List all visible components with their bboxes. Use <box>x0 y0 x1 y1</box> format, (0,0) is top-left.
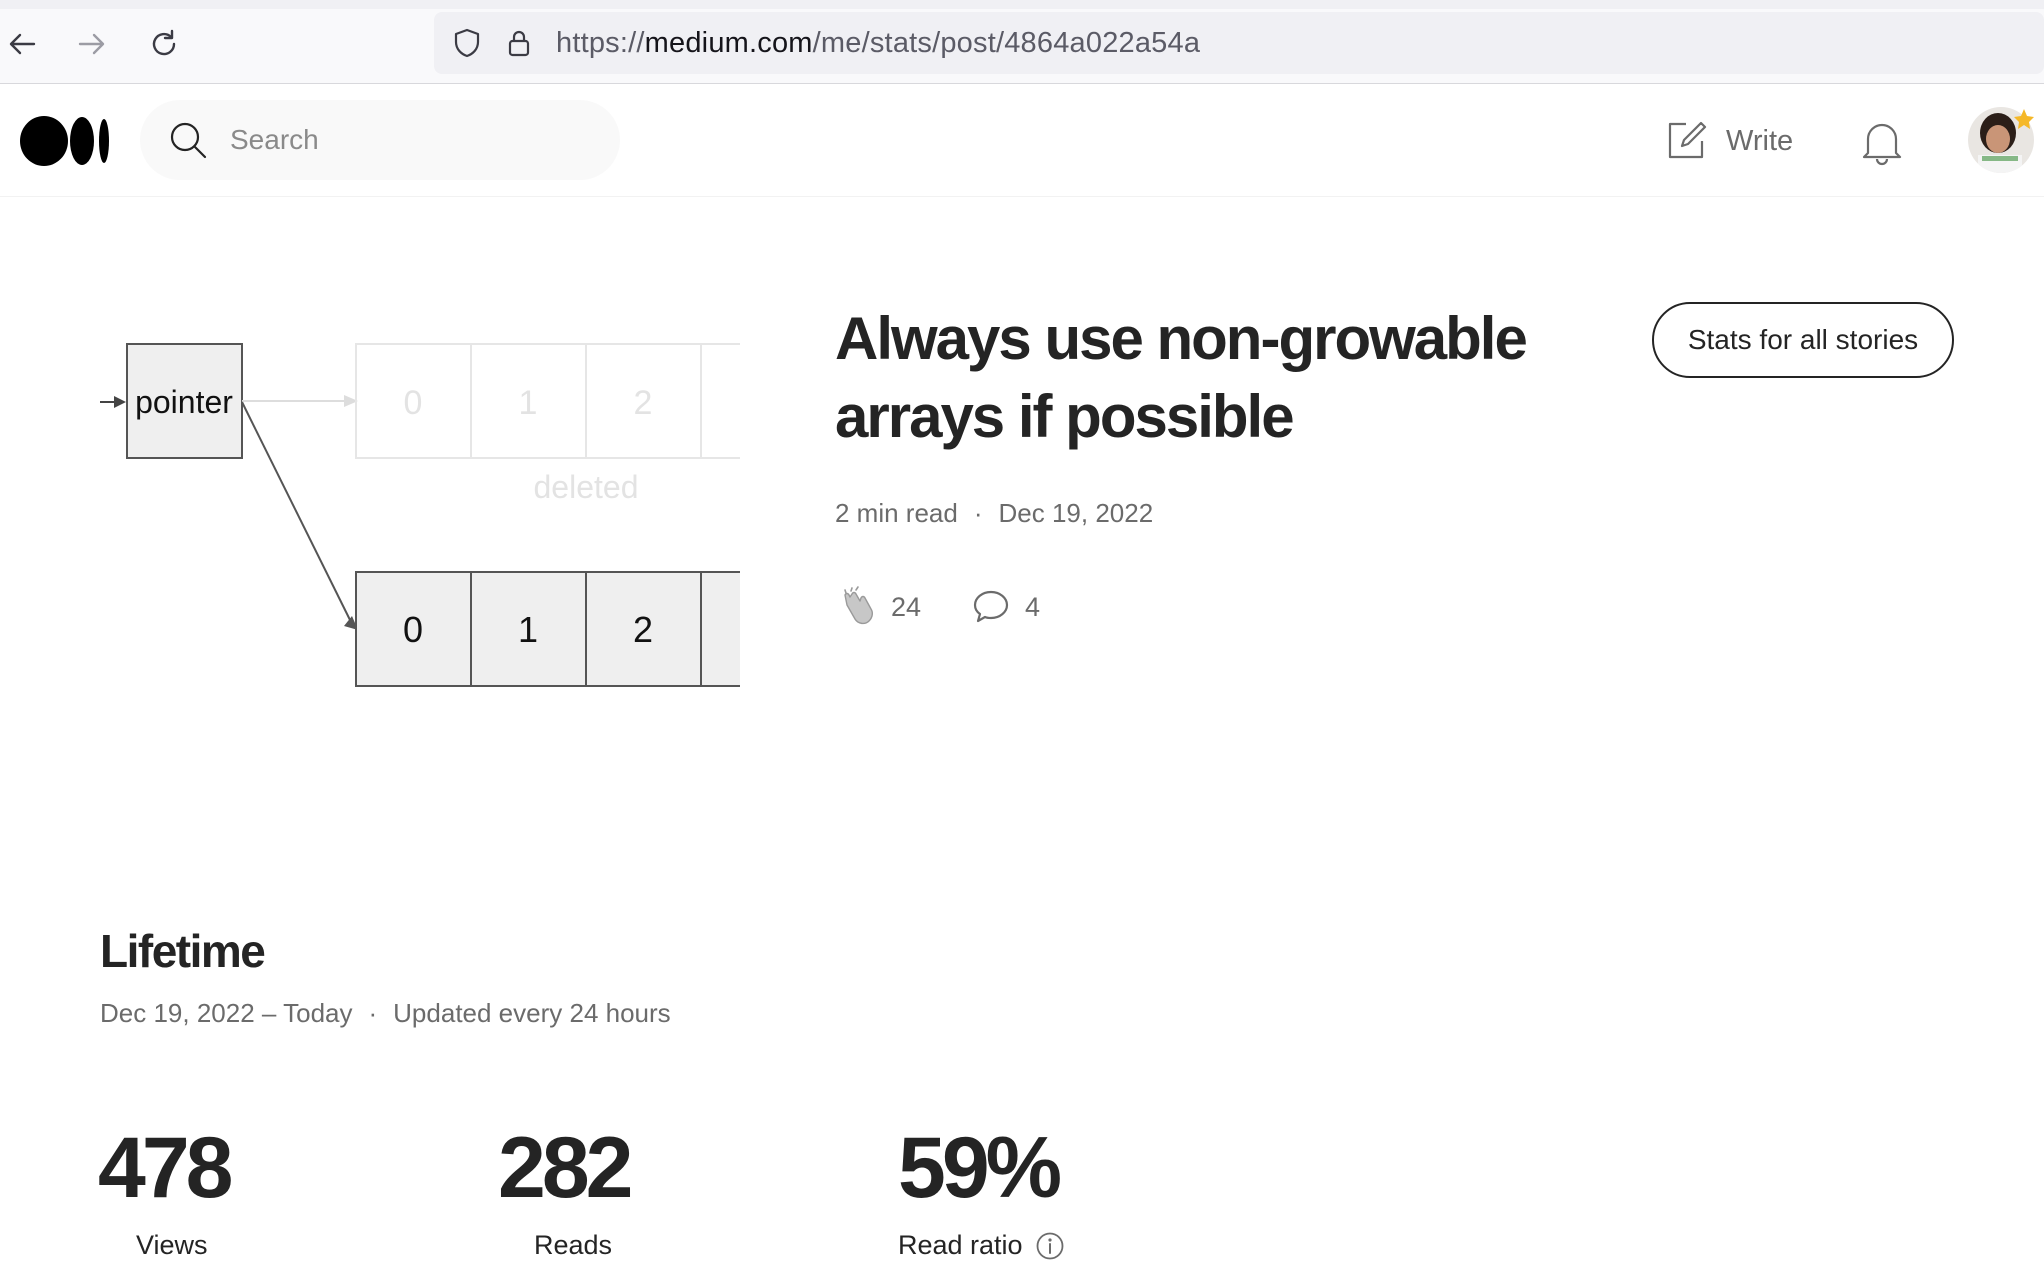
pointer-label: pointer <box>135 384 233 420</box>
views-value: 478 <box>98 1120 233 1216</box>
back-button[interactable] <box>0 22 44 66</box>
reads-value: 282 <box>498 1120 633 1216</box>
lock-icon[interactable] <box>502 26 536 60</box>
read-time: 2 min read <box>835 498 958 528</box>
lifetime-subtitle: Dec 19, 2022 – Today · Updated every 24 … <box>100 998 671 1029</box>
reads-label: Reads <box>534 1230 613 1260</box>
info-icon[interactable] <box>1035 1231 1065 1261</box>
deleted-label: deleted <box>534 469 639 505</box>
avatar[interactable] <box>1968 107 2034 173</box>
lifetime-updated: Updated every 24 hours <box>393 998 671 1028</box>
read-ratio-value: 59% <box>898 1120 1062 1216</box>
url-path: /me/stats/post/4864a022a54a <box>812 26 1201 59</box>
lifetime-heading: Lifetime <box>100 925 266 977</box>
site-header: Write <box>0 85 2044 197</box>
reload-icon <box>152 29 176 56</box>
story-meta: 2 min read · Dec 19, 2022 <box>835 498 1153 529</box>
browser-toolbar: https://medium.com/me/stats/post/4864a02… <box>0 0 2044 84</box>
old-cell-1: 1 <box>519 384 538 422</box>
back-arrow-icon <box>9 33 36 55</box>
story-title[interactable]: Always use non-growable arrays if possib… <box>835 300 1595 456</box>
read-ratio-label-row: Read ratio <box>898 1230 1065 1261</box>
new-cell-2: 2 <box>633 609 653 650</box>
url-prefix: https:// <box>556 26 645 59</box>
search-box[interactable] <box>140 100 620 180</box>
write-button[interactable]: Write <box>1664 113 1793 169</box>
views-stat: 478 Views <box>98 1118 233 1261</box>
reload-button[interactable] <box>142 22 186 66</box>
write-icon <box>1664 119 1708 163</box>
stats-for-all-stories-button[interactable]: Stats for all stories <box>1652 302 1954 378</box>
notifications-button[interactable] <box>1858 117 1906 167</box>
old-cell-2: 2 <box>634 384 653 422</box>
lifetime-separator: · <box>368 998 378 1028</box>
shield-icon[interactable] <box>450 26 484 60</box>
forward-arrow-icon <box>78 33 105 55</box>
publish-date: Dec 19, 2022 <box>998 498 1154 528</box>
clap-count: 24 <box>891 591 922 622</box>
read-ratio-stat: 59% Read ratio <box>898 1118 1065 1261</box>
new-cell-0: 0 <box>403 609 423 650</box>
url-text[interactable]: https://medium.com/me/stats/post/4864a02… <box>556 27 1200 60</box>
forward-button[interactable] <box>70 22 114 66</box>
medium-logo[interactable] <box>20 115 112 167</box>
write-label: Write <box>1726 124 1794 157</box>
response-count: 4 <box>1025 591 1041 622</box>
story-thumbnail: pointer 0 1 2 deleted 0 1 2 <box>96 330 742 700</box>
meta-separator: · <box>973 498 983 528</box>
read-ratio-label: Read ratio <box>898 1230 1023 1260</box>
address-bar[interactable]: https://medium.com/me/stats/post/4864a02… <box>434 12 2044 74</box>
old-cell-0: 0 <box>404 384 423 422</box>
views-label: Views <box>136 1230 208 1260</box>
search-icon <box>168 120 208 160</box>
engagement-row: 24 4 <box>835 585 1040 629</box>
comment-icon[interactable] <box>969 585 1013 629</box>
search-input[interactable] <box>230 124 590 156</box>
lifetime-range: Dec 19, 2022 – Today <box>100 998 353 1028</box>
url-host: medium.com <box>644 26 813 59</box>
reads-stat: 282 Reads <box>498 1118 633 1261</box>
tab-strip-edge <box>0 0 2044 9</box>
bell-icon <box>1862 123 1902 166</box>
clap-icon[interactable] <box>835 585 879 629</box>
new-cell-1: 1 <box>518 609 538 650</box>
